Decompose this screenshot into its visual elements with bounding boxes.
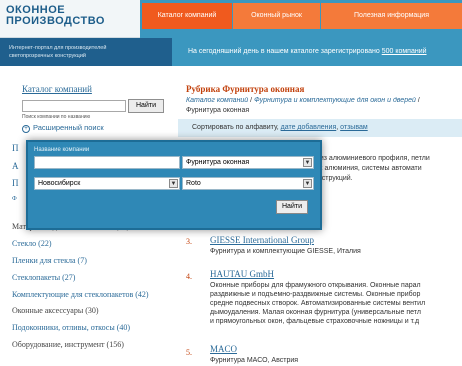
advanced-search-popup: Название компании Фурнитура оконная ▼ Но… [26, 140, 322, 230]
entry-description: дымоудаления. Малая оконная фурнитура (у… [210, 309, 421, 316]
search-hint: Поиск компании по названию [22, 114, 91, 120]
entry-number: 5. [186, 348, 192, 357]
entry-number: 3. [186, 237, 192, 246]
sort-by-reviews-link[interactable]: отзывам [340, 124, 368, 131]
sidebar-item-fragment[interactable]: П [12, 143, 19, 153]
find-button[interactable]: Найти [128, 99, 164, 113]
breadcrumb-current: Фурнитура оконная [186, 107, 250, 114]
sort-label: Сортировать по алфавиту, [192, 124, 279, 131]
category-list: Материалы для монтажа окон (62) Стекло (… [12, 222, 177, 357]
breadcrumb: Каталог компаний / Фурнитура и комплекту… [186, 97, 462, 104]
tab-info[interactable]: Полезная информация [321, 3, 462, 29]
sort-bar: Сортировать по алфавиту, дате добавления… [178, 119, 462, 137]
tagline-line1: Интернет-портал для производителей [9, 45, 107, 51]
tagline-line2: светопрозрачных конструкций [9, 53, 86, 59]
category-item[interactable]: Стеклопакеты (27) [12, 273, 177, 283]
entry-number: 4. [186, 272, 192, 281]
category-select-value: Фурнитура оконная [186, 159, 250, 166]
category-select[interactable]: Фурнитура оконная ▼ [182, 156, 314, 169]
notice-text: На сегодняшний день в нашем каталоге зар… [188, 48, 380, 55]
company-link-hautau[interactable]: HAUTAU GmbH [210, 269, 274, 279]
advanced-search-label: Расширенный поиск [33, 123, 104, 132]
breadcrumb-link-hardware[interactable]: Фурнитура и комплектующие для окон и две… [254, 97, 416, 104]
chevron-down-icon[interactable]: ▼ [169, 179, 178, 188]
logo-area[interactable]: ОКОННОЕ ПРОИЗВОДСТВО [0, 0, 140, 38]
breadcrumb-link-catalog[interactable]: Каталог компаний [186, 97, 248, 104]
city-select-value: Новосибирск [38, 180, 81, 187]
category-item[interactable]: Пленки для стекла (7) [12, 256, 177, 266]
category-item[interactable]: Комплектующие для стеклопакетов (42) [12, 290, 177, 299]
brand-select-value: Roto [186, 180, 201, 187]
breadcrumb-separator: / [417, 97, 420, 104]
company-link-giesse[interactable]: GIESSE International Group [210, 235, 314, 245]
company-name-label: Название компании [34, 147, 90, 153]
catalog-title-link[interactable]: Каталог компаний [22, 84, 92, 94]
entry-description: раздвижные и подъемно-раздвижные системы… [210, 291, 421, 298]
site-logo[interactable]: ОКОННОЕ ПРОИЗВОДСТВО [6, 5, 105, 27]
company-link-maco[interactable]: MACO [210, 344, 237, 354]
logo-line2: ПРОИЗВОДСТВО [6, 15, 105, 27]
entry-description: Фурнитура и комплектующие GIESSE, Италия [210, 248, 361, 255]
entry-text-fragment: и из алюминиевого профиля, петли [314, 155, 430, 162]
brand-select[interactable]: Roto ▼ [182, 177, 314, 190]
advanced-search-link[interactable]: + Расширенный поиск [22, 123, 104, 133]
tab-market[interactable]: Оконный рынок [233, 3, 320, 29]
entry-description: средне подвесных створок. Автоматизирова… [210, 300, 426, 307]
company-name-input[interactable] [34, 156, 180, 169]
sidebar-item-fragment[interactable]: Ф [12, 196, 17, 202]
city-select[interactable]: Новосибирск ▼ [34, 177, 180, 190]
entry-text-fragment: ых алюминия, системы автомати [314, 165, 422, 172]
popup-find-button[interactable]: Найти [276, 200, 308, 214]
chevron-down-icon[interactable]: ▼ [303, 158, 312, 167]
company-search-input[interactable] [22, 100, 126, 112]
tab-catalog[interactable]: Каталог компаний [142, 3, 232, 29]
page-title: Рубрика Фурнитура оконная [186, 84, 305, 94]
entry-description: Фурнитура МАСО, Австрия [210, 357, 299, 364]
top-navigation: Каталог компаний Оконный рынок Полезная … [140, 0, 462, 38]
category-item[interactable]: Подоконники, отливы, откосы (40) [12, 323, 177, 333]
registration-notice: На сегодняшний день в нашем каталоге зар… [172, 38, 462, 66]
sidebar-item-fragment[interactable]: А [12, 161, 19, 171]
companies-count-link[interactable]: 500 компаний [382, 48, 427, 55]
category-item[interactable]: Оборудование, инструмент (156) [12, 340, 177, 350]
entry-description: Оконные приборы для фрамужного открывани… [210, 282, 421, 289]
plus-circle-icon: + [22, 125, 30, 133]
chevron-down-icon[interactable]: ▼ [303, 179, 312, 188]
category-item[interactable]: Стекло (22) [12, 239, 177, 249]
category-item[interactable]: Оконные аксессуары (30) [12, 306, 177, 316]
sort-by-date-link[interactable]: дате добавления [281, 124, 337, 131]
entry-description: и прямоугольных окон, фальцевые страхово… [210, 318, 420, 325]
site-tagline: Интернет-портал для производителей свето… [0, 38, 172, 66]
sidebar-item-fragment[interactable]: П [12, 178, 19, 188]
